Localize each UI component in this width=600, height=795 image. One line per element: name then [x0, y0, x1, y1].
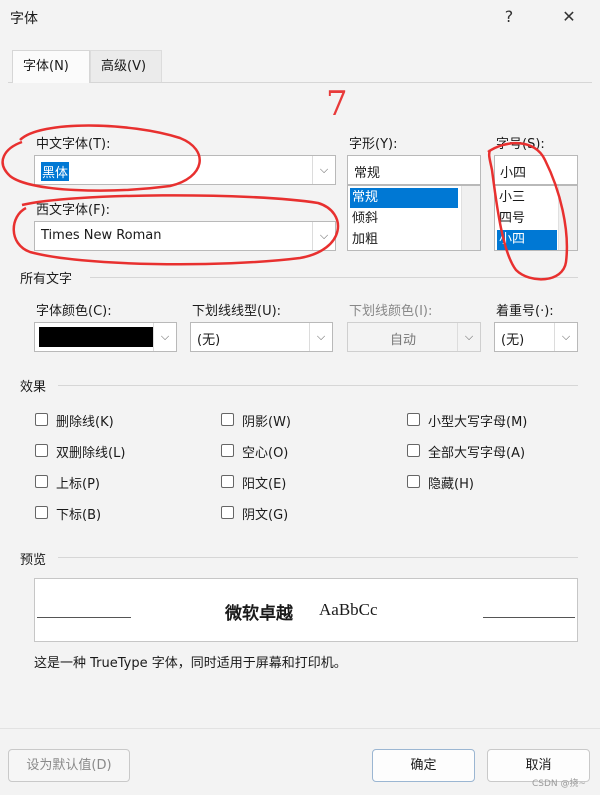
all-text-heading: 所有文字 [20, 272, 73, 287]
chevron-down-icon[interactable]: ⌵ [309, 323, 332, 351]
double-strikethrough-checkbox[interactable] [35, 444, 48, 457]
chinese-font-combo[interactable]: 黑体 ⌵ [34, 155, 336, 185]
all-caps-label[interactable]: 全部大写字母(A) [428, 442, 525, 461]
style-value: 常规 [354, 166, 381, 181]
strikethrough-checkbox[interactable] [35, 413, 48, 426]
engrave-checkbox[interactable] [221, 506, 234, 519]
western-font-value: Times New Roman [41, 228, 162, 243]
font-color-combo[interactable]: ⌵ [34, 322, 177, 352]
size-input[interactable]: 小四 [494, 155, 578, 185]
tab-font[interactable]: 字体(N) [12, 50, 90, 83]
underline-color-combo: 自动 ⌵ [347, 322, 481, 352]
annotation-number: 7 [326, 84, 348, 124]
underline-style-value: (无) [197, 333, 221, 348]
subscript-label[interactable]: 下标(B) [56, 504, 101, 523]
outline-checkbox[interactable] [221, 444, 234, 457]
help-button[interactable]: ? [492, 4, 526, 30]
underline-style-label: 下划线线型(U): [192, 304, 282, 319]
watermark: CSDN @挠~ [532, 779, 587, 789]
ok-button[interactable]: 确定 [372, 749, 475, 782]
size-value: 小四 [500, 166, 527, 181]
size-label: 字号(S): [496, 137, 545, 152]
preview-box: 微软卓越 AaBbCc [34, 578, 578, 642]
strikethrough-label[interactable]: 删除线(K) [56, 411, 114, 430]
style-option[interactable]: 倾斜 [350, 209, 458, 229]
preview-heading: 预览 [20, 553, 47, 568]
hidden-label[interactable]: 隐藏(H) [428, 473, 474, 492]
chinese-font-label: 中文字体(T): [36, 137, 111, 152]
preview-note: 这是一种 TrueType 字体，同时适用于屏幕和打印机。 [34, 656, 347, 671]
chinese-font-value: 黑体 [41, 162, 70, 181]
divider [58, 385, 578, 386]
underline-color-label: 下划线颜色(I): [349, 304, 433, 319]
chevron-down-icon[interactable]: ⌵ [312, 156, 335, 184]
emboss-label[interactable]: 阳文(E) [242, 473, 286, 492]
style-input[interactable]: 常规 [347, 155, 481, 185]
size-scrollbar[interactable] [558, 186, 577, 250]
preview-baseline-left [37, 617, 131, 618]
emboss-checkbox[interactable] [221, 475, 234, 488]
color-swatch [39, 327, 153, 347]
size-option[interactable]: 小三 [497, 188, 557, 208]
small-caps-checkbox[interactable] [407, 413, 420, 426]
underline-style-combo[interactable]: (无) ⌵ [190, 322, 333, 352]
preview-baseline-right [483, 617, 575, 618]
divider [58, 557, 578, 558]
size-option[interactable]: 小四 [497, 230, 557, 250]
shadow-label[interactable]: 阴影(W) [242, 411, 291, 430]
style-list[interactable]: 常规 倾斜 加粗 [347, 185, 481, 251]
style-scrollbar[interactable] [461, 186, 480, 250]
divider [90, 277, 578, 278]
effects-heading: 效果 [20, 380, 47, 395]
superscript-checkbox[interactable] [35, 475, 48, 488]
emphasis-label: 着重号(·): [496, 304, 554, 319]
close-button[interactable]: ✕ [552, 4, 586, 30]
chevron-down-icon: ⌵ [457, 323, 480, 351]
western-font-combo[interactable]: Times New Roman ⌵ [34, 221, 336, 251]
set-default-button[interactable]: 设为默认值(D) [8, 749, 130, 782]
font-color-label: 字体颜色(C): [36, 304, 112, 319]
chevron-down-icon[interactable]: ⌵ [312, 222, 335, 250]
underline-color-value: 自动 [389, 333, 416, 348]
dialog-title: 字体 [10, 11, 38, 27]
chevron-down-icon[interactable]: ⌵ [554, 323, 577, 351]
annotation-overlay [1, 124, 569, 281]
double-strikethrough-label[interactable]: 双删除线(L) [56, 442, 125, 461]
preview-sample-cn: 微软卓越 [225, 604, 293, 624]
engrave-label[interactable]: 阴文(G) [242, 504, 288, 523]
subscript-checkbox[interactable] [35, 506, 48, 519]
style-label: 字形(Y): [349, 137, 398, 152]
emphasis-value: (无) [501, 333, 525, 348]
size-list[interactable]: 小三 四号 小四 [494, 185, 578, 251]
shadow-checkbox[interactable] [221, 413, 234, 426]
style-option[interactable]: 常规 [350, 188, 458, 208]
hidden-checkbox[interactable] [407, 475, 420, 488]
footer-divider [0, 728, 600, 729]
tab-advanced[interactable]: 高级(V) [90, 50, 162, 82]
preview-sample-en: AaBbCc [319, 600, 378, 619]
size-option[interactable]: 四号 [497, 209, 557, 229]
all-caps-checkbox[interactable] [407, 444, 420, 457]
chevron-down-icon[interactable]: ⌵ [153, 323, 176, 351]
tab-divider [8, 82, 592, 83]
western-font-label: 西文字体(F): [36, 203, 111, 218]
emphasis-combo[interactable]: (无) ⌵ [494, 322, 578, 352]
small-caps-label[interactable]: 小型大写字母(M) [428, 411, 527, 430]
outline-label[interactable]: 空心(O) [242, 442, 288, 461]
style-option[interactable]: 加粗 [350, 230, 458, 250]
superscript-label[interactable]: 上标(P) [56, 473, 100, 492]
